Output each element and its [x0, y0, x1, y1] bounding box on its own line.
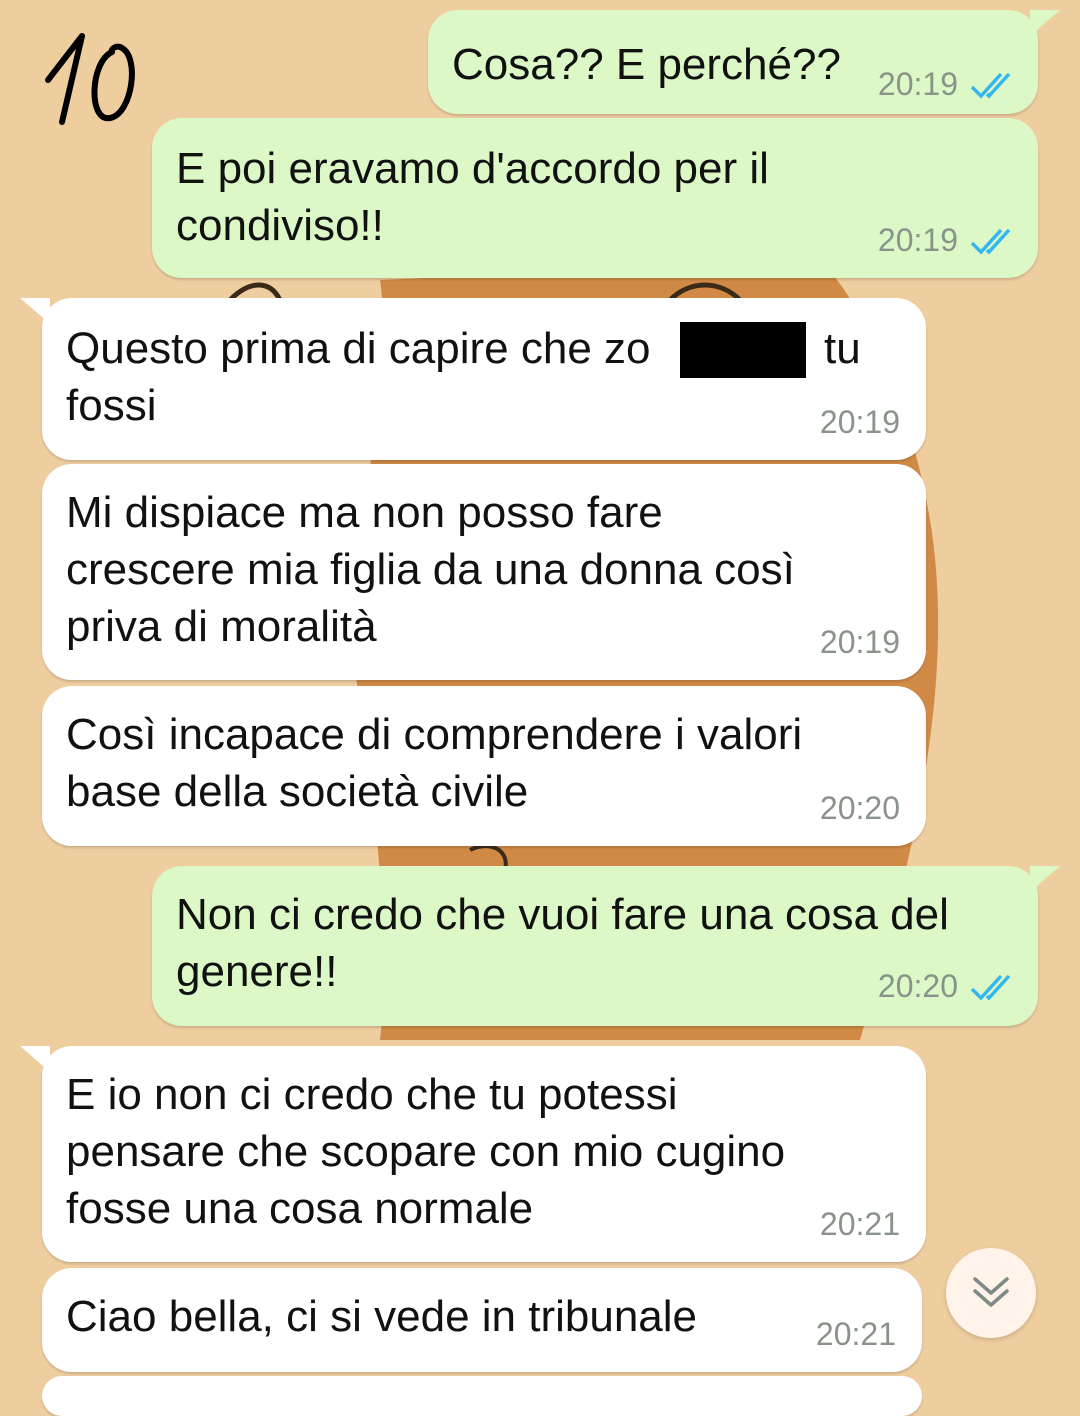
message-text-line: Questo prima di capire che zo: [66, 324, 651, 373]
message-meta: 20:19: [820, 404, 900, 441]
message-timestamp: 20:21: [815, 1316, 896, 1352]
incoming-message[interactable]: Mi dispiace ma non posso fare crescere m…: [42, 464, 926, 680]
bubble-tail: [1030, 866, 1060, 892]
message-text-line: crescere mia figlia da una donna così: [66, 545, 795, 594]
message-text-line: condiviso!!: [176, 201, 384, 250]
message-meta: 20:19: [878, 66, 1016, 103]
message-text-line: Mi dispiace ma non posso fare: [66, 488, 663, 537]
message-meta: 20:21: [816, 1316, 896, 1353]
message-text-line: fossi: [66, 381, 157, 430]
redaction-box: [680, 322, 806, 378]
message-meta: 20:20: [820, 790, 900, 827]
message-meta: 20:19: [878, 222, 1016, 259]
message-timestamp: 20:21: [819, 1206, 900, 1242]
message-timestamp: 20:19: [877, 222, 958, 258]
message-text-line: Non ci credo che vuoi fare una cosa del: [176, 890, 949, 939]
bubble-tail: [20, 298, 50, 324]
message-timestamp: 20:20: [877, 968, 958, 1004]
message-timestamp: 20:20: [819, 790, 900, 826]
outgoing-message[interactable]: Non ci credo che vuoi fare una cosa del …: [152, 866, 1060, 1026]
message-timestamp: 20:19: [819, 404, 900, 440]
message-text-line: base della società civile: [66, 767, 529, 816]
message-meta: 20:21: [820, 1206, 900, 1243]
message-text-line: tu: [824, 324, 861, 373]
incoming-message[interactable]: Così incapace di comprendere i valori ba…: [42, 686, 926, 846]
handwritten-number-annotation: [45, 33, 135, 125]
message-text-line: priva di moralità: [66, 602, 377, 651]
message-meta: 20:20: [878, 968, 1016, 1005]
message-meta: 20:19: [820, 624, 900, 661]
message-text-line: E io non ci credo che tu potessi: [66, 1070, 678, 1119]
message-text: Ciao bella, ci si vede in tribunale: [66, 1292, 698, 1341]
message-text-line: genere!!: [176, 947, 338, 996]
message-text: Cosa?? E perché??: [452, 40, 841, 89]
message-text-line: E poi eravamo d'accordo per il: [176, 144, 769, 193]
incoming-message[interactable]: Questo prima di capire che zo tu fossi 2…: [20, 298, 926, 460]
bubble-tail: [1030, 10, 1060, 36]
double-chevron-down-icon: [973, 1277, 1009, 1307]
outgoing-message[interactable]: Cosa?? E perché?? 20:19: [428, 10, 1060, 114]
read-ticks-icon: [970, 228, 1011, 255]
outgoing-message[interactable]: E poi eravamo d'accordo per il condiviso…: [152, 118, 1038, 278]
bubble-tail: [20, 1046, 50, 1072]
incoming-message[interactable]: Ciao bella, ci si vede in tribunale 20:2…: [42, 1268, 922, 1372]
message-text-line: fosse una cosa normale: [66, 1184, 534, 1233]
incoming-message[interactable]: E io non ci credo che tu potessi pensare…: [20, 1046, 926, 1262]
read-ticks-icon: [970, 72, 1011, 99]
message-timestamp: 20:19: [877, 66, 958, 102]
message-text-line: pensare che scopare con mio cugino: [66, 1127, 786, 1176]
incoming-message-partial: [42, 1376, 922, 1416]
message-text-line: Così incapace di comprendere i valori: [66, 710, 803, 759]
message-timestamp: 20:19: [819, 624, 900, 660]
scroll-to-bottom-button[interactable]: [946, 1248, 1036, 1338]
read-ticks-icon: [970, 974, 1011, 1001]
